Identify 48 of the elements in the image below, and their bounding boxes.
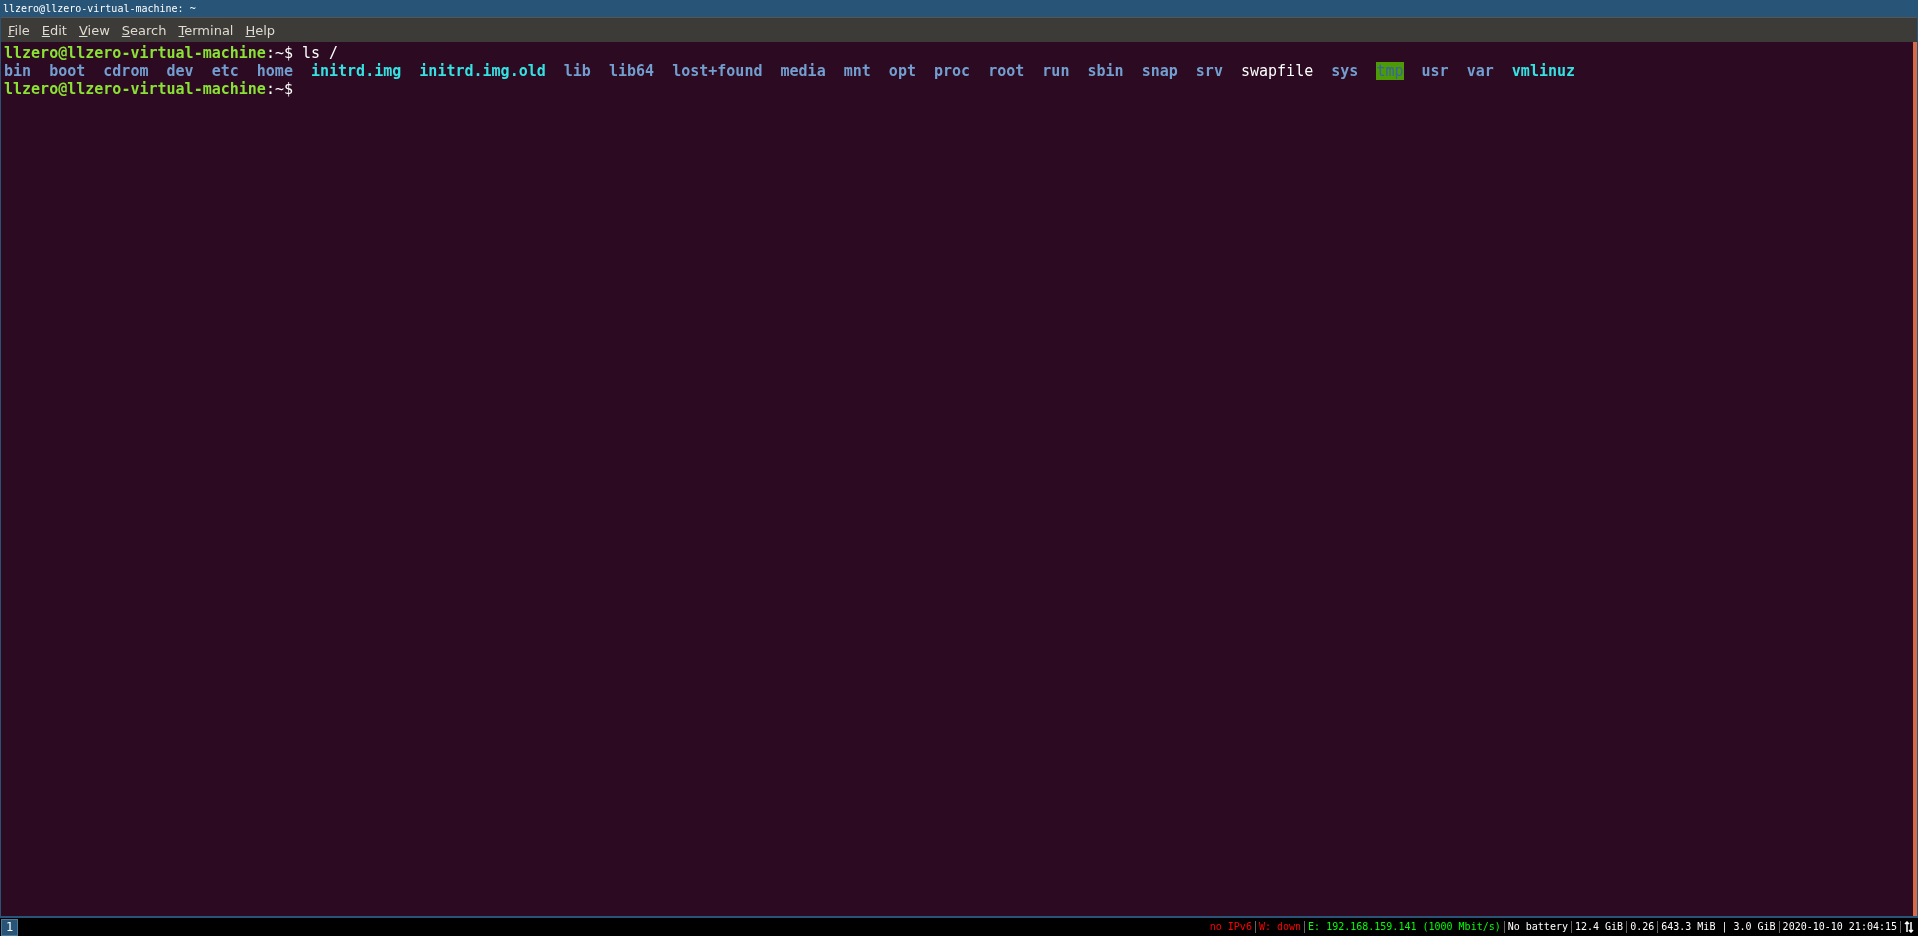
- file-entry: sys: [1331, 62, 1359, 80]
- menu-item[interactable]: Search: [121, 22, 167, 38]
- file-entry: etc: [211, 62, 239, 80]
- prompt-user-host: llzero@llzero-virtual-machine: [4, 44, 266, 62]
- menu-item[interactable]: File: [8, 22, 30, 38]
- file-entry: lost+found: [672, 62, 763, 80]
- file-entry: home: [256, 62, 293, 80]
- status-item: 12.4 GiB: [1571, 921, 1628, 933]
- file-entry: snap: [1141, 62, 1178, 80]
- prompt-path: :~$: [265, 44, 293, 62]
- file-entry: root: [988, 62, 1025, 80]
- status-item: No battery: [1504, 921, 1572, 933]
- file-entry: tmp: [1376, 62, 1404, 80]
- file-entry: bin: [4, 62, 32, 80]
- command-text: ls /: [301, 44, 339, 62]
- status-item: E: 192.168.159.141 (1000 Mbit/s): [1305, 921, 1505, 933]
- network-arrows-icon: [1904, 921, 1914, 933]
- menu-item[interactable]: Edit: [41, 22, 67, 38]
- file-entry: swapfile: [1240, 62, 1314, 80]
- file-entry: opt: [888, 62, 916, 80]
- status-item: 0.26: [1627, 921, 1659, 933]
- prompt-path: :~$: [265, 80, 293, 98]
- status-item: W: down: [1255, 921, 1306, 933]
- status-item: 2020-10-10 21:04:15: [1779, 921, 1901, 933]
- file-entry: vmlinuz: [1511, 62, 1576, 80]
- prompt-user-host: llzero@llzero-virtual-machine: [4, 80, 266, 98]
- file-entry: var: [1466, 62, 1494, 80]
- file-entry: media: [780, 62, 826, 80]
- file-entry: sbin: [1087, 62, 1124, 80]
- window-title: llzero@llzero-virtual-machine: ~: [3, 3, 196, 14]
- file-entry: proc: [934, 62, 971, 80]
- file-entry: usr: [1421, 62, 1449, 80]
- file-entry: initrd.img.old: [419, 62, 546, 80]
- file-entry: mnt: [843, 62, 871, 80]
- menu-item[interactable]: View: [78, 22, 110, 38]
- file-entry: cdrom: [103, 62, 149, 80]
- menu-item[interactable]: Help: [245, 22, 276, 38]
- file-entry: initrd.img: [310, 62, 402, 80]
- workspace-button[interactable]: 1: [1, 918, 19, 936]
- status-item: no IPv6: [1206, 921, 1256, 933]
- file-entry: boot: [49, 62, 86, 80]
- status-item: 643.3 MiB | 3.0 GiB: [1658, 921, 1780, 933]
- file-entry: lib64: [608, 62, 655, 80]
- file-entry: lib: [563, 62, 591, 80]
- file-entry: run: [1042, 62, 1070, 80]
- file-entry: dev: [166, 62, 194, 80]
- file-entry: srv: [1195, 62, 1223, 80]
- menu-item[interactable]: Terminal: [178, 22, 234, 38]
